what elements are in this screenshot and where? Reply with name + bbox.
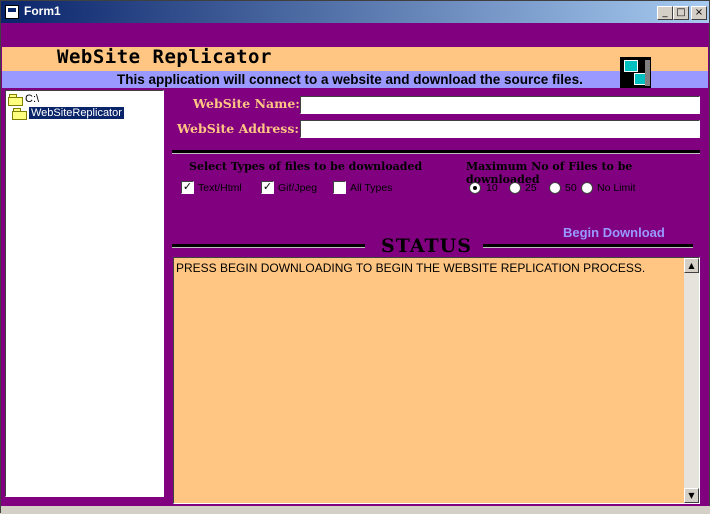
close-button[interactable]: × xyxy=(691,6,707,20)
all-types-label: All Types xyxy=(350,182,393,194)
gif-jpeg-checkbox[interactable]: ✓ xyxy=(261,181,274,194)
status-divider-left xyxy=(172,244,365,248)
status-title: STATUS xyxy=(381,235,472,257)
app-window: Form1 _ □ × WebSite Replicator This appl… xyxy=(0,0,710,514)
tree-item-c-drive[interactable]: C:\ xyxy=(8,92,39,106)
limit-10-label: 10 xyxy=(486,182,498,194)
file-types-heading: Select Types of files to be downloaded xyxy=(189,160,423,173)
maximize-button[interactable]: □ xyxy=(673,6,689,20)
limit-50-radio[interactable] xyxy=(549,182,561,194)
status-text: PRESS BEGIN DOWNLOADING TO BEGIN THE WEB… xyxy=(176,261,646,275)
app-subtitle: This application will connect to a websi… xyxy=(117,72,583,87)
folder-icon xyxy=(8,93,23,106)
scroll-up-icon[interactable]: ▲ xyxy=(684,258,699,273)
limit-25-label: 25 xyxy=(525,182,537,194)
no-limit-label: No Limit xyxy=(597,182,636,194)
app-title: WebSite Replicator xyxy=(57,46,272,68)
minimize-button[interactable]: _ xyxy=(657,6,673,20)
folder-open-icon xyxy=(12,107,27,120)
window-title: Form1 xyxy=(24,4,61,18)
status-divider-right xyxy=(483,244,693,248)
app-icon[interactable] xyxy=(5,5,19,19)
begin-download-button[interactable]: Begin Download xyxy=(563,225,665,240)
no-limit-radio[interactable] xyxy=(581,182,593,194)
all-types-checkbox[interactable] xyxy=(333,181,346,194)
tree-item-websitereplicator[interactable]: WebSiteReplicator xyxy=(12,106,124,120)
tree-item-label: WebSiteReplicator xyxy=(29,107,124,119)
limit-10-radio[interactable] xyxy=(469,182,481,194)
text-html-label: Text/Html xyxy=(198,182,242,194)
directory-tree[interactable]: C:\ WebSiteReplicator xyxy=(5,90,164,497)
website-address-input[interactable] xyxy=(300,120,700,138)
divider xyxy=(172,150,700,154)
tree-item-label: C:\ xyxy=(25,93,40,105)
scroll-down-icon[interactable]: ▼ xyxy=(684,488,699,503)
website-name-label: WebSite Name: xyxy=(193,96,300,111)
text-html-checkbox[interactable]: ✓ xyxy=(181,181,194,194)
title-bar[interactable]: Form1 _ □ × xyxy=(1,1,709,23)
status-output[interactable]: PRESS BEGIN DOWNLOADING TO BEGIN THE WEB… xyxy=(173,257,700,504)
website-address-label: WebSite Address: xyxy=(177,121,299,136)
limit-25-radio[interactable] xyxy=(509,182,521,194)
computer-network-icon xyxy=(620,57,651,88)
limit-50-label: 50 xyxy=(565,182,577,194)
website-name-input[interactable] xyxy=(300,96,700,114)
gif-jpeg-label: Gif/Jpeg xyxy=(278,182,318,194)
status-scrollbar[interactable]: ▲ ▼ xyxy=(684,258,699,503)
